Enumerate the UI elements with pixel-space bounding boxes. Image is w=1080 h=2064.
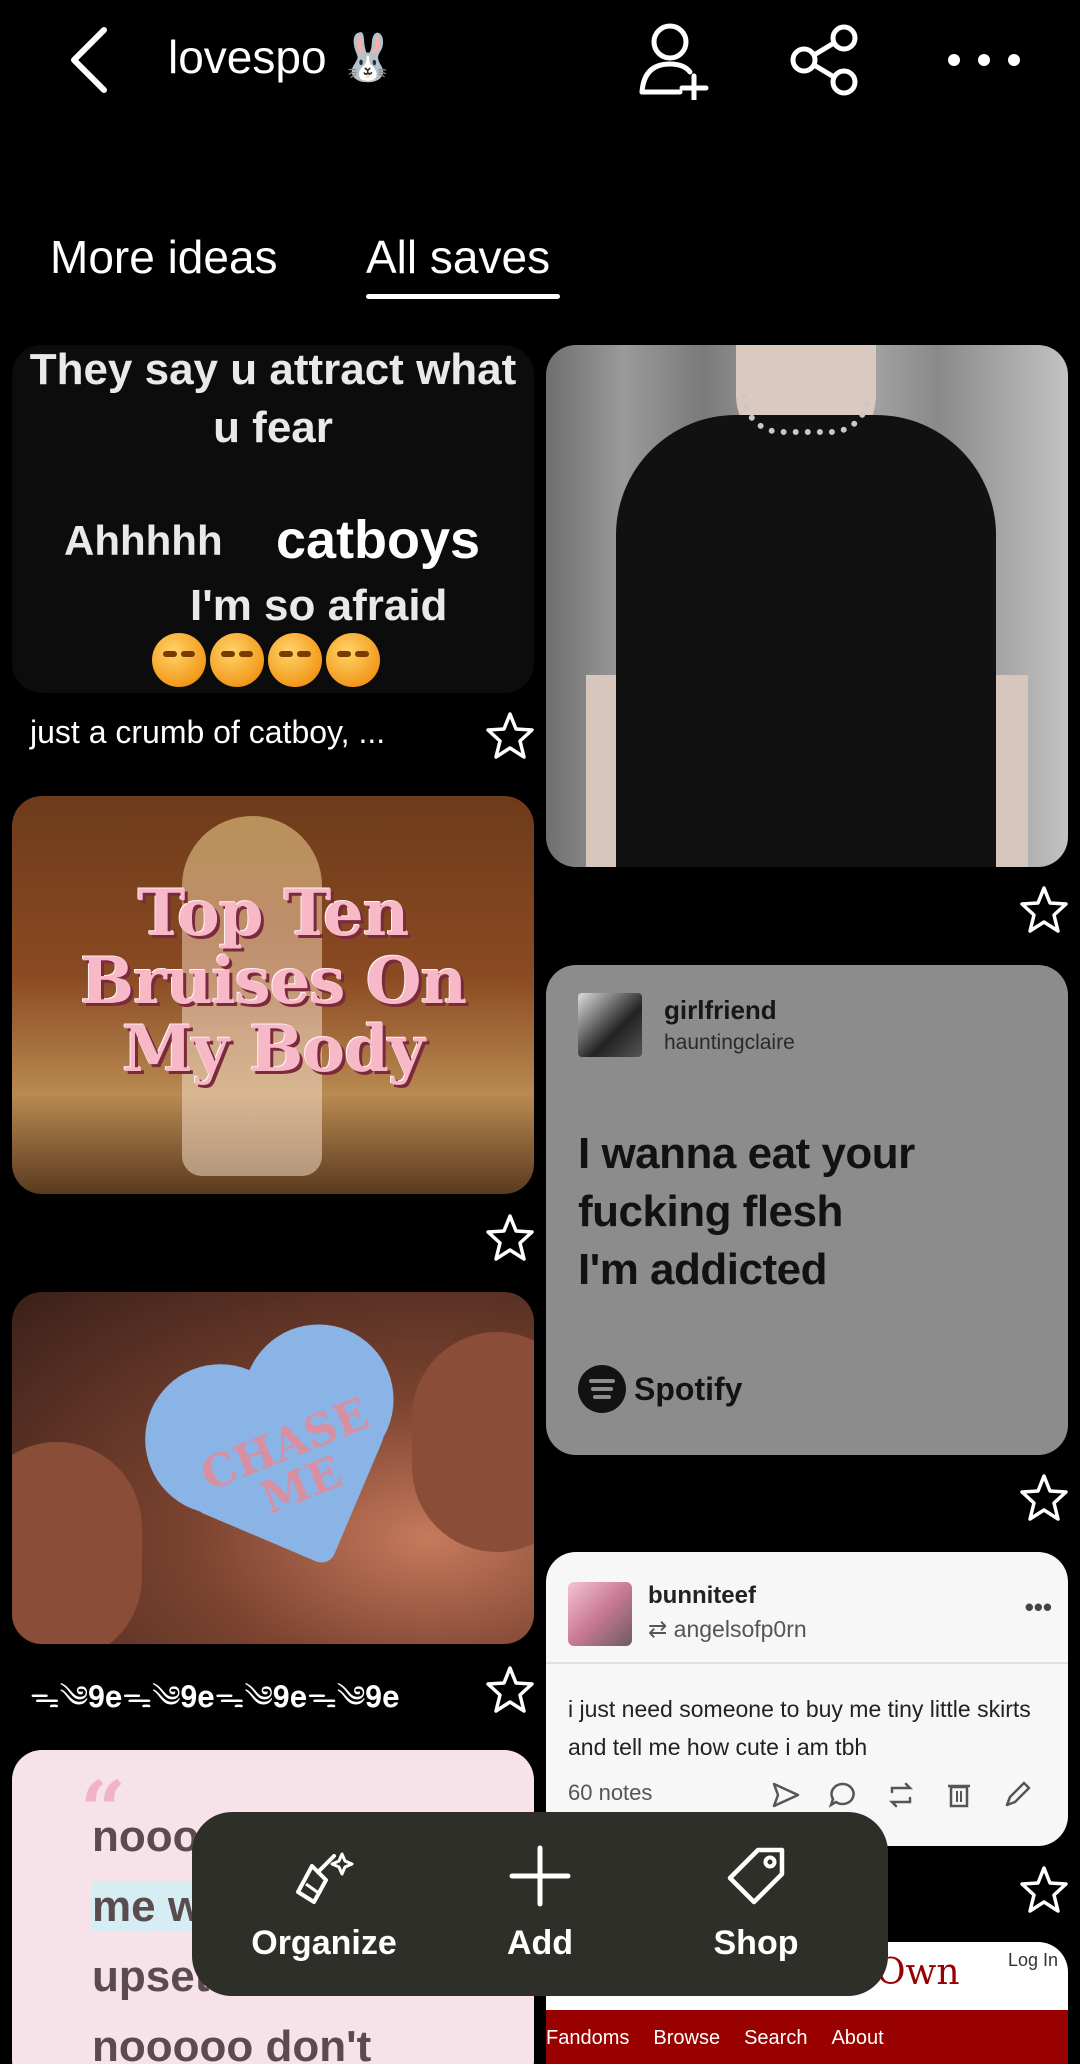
- more-icon[interactable]: [944, 20, 1024, 100]
- post-actions: [768, 1778, 1034, 1812]
- spotify-icon: [578, 1365, 626, 1413]
- artist-name: hauntingclaire: [664, 1031, 795, 1054]
- tag-icon: [727, 1847, 785, 1905]
- organize-label: Organize: [251, 1924, 397, 1962]
- photo-finger: [12, 1442, 142, 1644]
- board-header: lovespo 🐰: [0, 0, 1080, 130]
- face-emoji-icon: [210, 633, 264, 687]
- ao3-title: Own: [876, 1952, 960, 1993]
- meme-line-1: They say u attract what: [29, 345, 517, 394]
- face-emoji-icon: [268, 633, 322, 687]
- spotify-wordmark: Spotify: [634, 1370, 743, 1407]
- meme-line-2: u fear: [213, 403, 333, 452]
- delete-icon: [948, 1784, 970, 1808]
- meme-line-5: I'm so afraid: [190, 581, 448, 630]
- star-icon[interactable]: [484, 1212, 536, 1264]
- reblog-icon: [888, 1782, 914, 1808]
- shop-label: Shop: [713, 1924, 799, 1962]
- avatar: [568, 1582, 632, 1646]
- tab-all-saves[interactable]: All saves: [366, 230, 550, 284]
- send-icon: [772, 1782, 800, 1808]
- reblog-source: ⇄ angelsofp0rn: [648, 1616, 807, 1642]
- meme-line-3: Ahhhhh: [64, 517, 223, 564]
- board-title: lovespo 🐰: [168, 31, 397, 83]
- organize-button[interactable]: Organize: [234, 1812, 414, 1996]
- shop-button[interactable]: Shop: [666, 1812, 846, 1996]
- track-name: girlfriend: [664, 995, 777, 1025]
- photo-chain: [741, 395, 871, 435]
- pin-tumblr-post[interactable]: bunniteef ⇄ angelsofp0rn ••• i just need…: [546, 1552, 1068, 1846]
- lyric-text: I wanna eat your fucking flesh I'm addic…: [578, 1125, 915, 1299]
- lyric-line: I'm addicted: [578, 1245, 827, 1294]
- board-action-bar: Organize Add Shop: [192, 1812, 888, 1996]
- spotify-logo: Spotify: [578, 1365, 742, 1413]
- post-author: bunniteef: [648, 1582, 756, 1609]
- pin-chain-photo[interactable]: [546, 345, 1068, 867]
- face-emoji-icon: [326, 633, 380, 687]
- broom-sparkle-icon: [296, 1852, 354, 1904]
- active-tab-indicator: [366, 294, 560, 299]
- ao3-nav: Fandoms Browse Search About: [546, 2010, 1068, 2064]
- pin-caption: just a crumb of catboy, ...: [30, 714, 386, 750]
- quote-line: nooo: [92, 1812, 200, 1861]
- ao3-nav-item: Fandoms: [546, 2026, 630, 2049]
- ao3-nav-item: About: [831, 2026, 884, 2049]
- meme-line-4: catboys: [276, 510, 481, 570]
- star-icon[interactable]: [484, 710, 536, 762]
- topten-line-2: Bruises On: [80, 944, 467, 1019]
- ao3-nav-item: Search: [744, 2026, 808, 2049]
- pin-spotify-lyric[interactable]: girlfriend hauntingclaire I wanna eat yo…: [546, 965, 1068, 1455]
- pin-caption: ᯓ༄𝟗𝐞ᯓ༄𝟗𝐞ᯓ༄𝟗𝐞ᯓ༄𝟗𝐞: [30, 1680, 400, 1715]
- add-button[interactable]: Add: [450, 1812, 630, 1996]
- pin-catboy-meme[interactable]: They say u attract what u fear Ahhhhh ca…: [12, 345, 534, 693]
- divider: [546, 1662, 1068, 1664]
- plus-icon: [509, 1845, 571, 1907]
- lyric-line: I wanna eat your: [578, 1129, 915, 1178]
- star-icon[interactable]: [1018, 1864, 1070, 1916]
- comment-icon: [828, 1782, 855, 1808]
- board-tabs: More ideas All saves: [0, 230, 1080, 310]
- candy-heart-icon: CHASE ME: [149, 1319, 435, 1605]
- post-more-icon: •••: [1024, 1592, 1052, 1622]
- photo-shirt: [616, 415, 996, 867]
- share-icon[interactable]: [786, 20, 866, 100]
- tab-more-ideas[interactable]: More ideas: [50, 230, 278, 284]
- quote-line: me w: [92, 1882, 203, 1932]
- add-collaborator-icon[interactable]: [632, 20, 712, 100]
- star-icon[interactable]: [1018, 1472, 1070, 1524]
- add-label: Add: [506, 1924, 574, 1962]
- edit-icon: [1005, 1781, 1031, 1807]
- pin-top-ten[interactable]: Top Ten Bruises On My Body: [12, 796, 534, 1194]
- topten-line-3: My Body: [121, 1012, 425, 1087]
- rolling-eyes-emojis: [152, 633, 380, 687]
- post-notes: 60 notes: [568, 1780, 653, 1805]
- album-art: [578, 993, 642, 1057]
- ao3-login: Log In: [1008, 1950, 1059, 1970]
- star-icon[interactable]: [484, 1664, 536, 1716]
- post-body: i just need someone to buy me tiny littl…: [568, 1696, 1031, 1760]
- reblog-source-name: angelsofp0rn: [673, 1616, 807, 1642]
- topten-line-1: Top Ten: [137, 876, 410, 951]
- face-emoji-icon: [152, 633, 206, 687]
- pin-candy-heart[interactable]: CHASE ME: [12, 1292, 534, 1644]
- star-icon[interactable]: [1018, 884, 1070, 936]
- back-arrow-icon[interactable]: [60, 24, 124, 96]
- lyric-line: fucking flesh: [578, 1187, 843, 1236]
- quote-line: nooooo don't: [92, 2022, 372, 2064]
- ao3-nav-item: Browse: [653, 2026, 721, 2049]
